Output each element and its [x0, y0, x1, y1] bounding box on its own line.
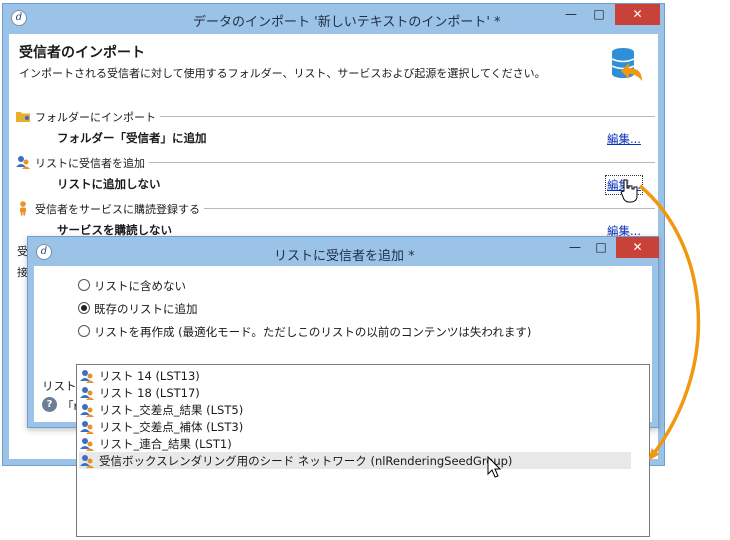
import-window-titlebar[interactable]: d データのインポート '新しいテキストのインポート' * — □ ✕ [3, 4, 664, 34]
close-button[interactable]: ✕ [615, 4, 660, 25]
list-item[interactable]: リスト_交差点_補体 (LST3) [79, 418, 631, 435]
list-users-icon [80, 370, 94, 383]
list-users-icon [80, 387, 94, 400]
edit-list-link[interactable]: 編集... [605, 175, 643, 195]
database-import-icon [611, 48, 642, 81]
radio-label: 既存のリストに追加 [94, 302, 198, 316]
radio-circle[interactable] [78, 325, 90, 337]
list-item-highlighted[interactable]: 受信ボックスレンダリング用のシード ネットワーク (nlRenderingSee… [79, 452, 631, 469]
section-list: リストに受信者を追加 [15, 154, 655, 171]
list-item[interactable]: リスト 14 (LST13) [79, 367, 631, 384]
page-title: 受信者のインポート [19, 45, 145, 61]
section-service: 受信者をサービスに購読登録する [15, 200, 655, 217]
radio-label: リストに含めない [94, 279, 186, 293]
radio-circle[interactable] [78, 279, 90, 291]
dialog-title: リストに受信者を追加 * [274, 249, 415, 264]
list-item-label: 受信ボックスレンダリング用のシード ネットワーク (nlRenderingSee… [99, 454, 513, 468]
list-item[interactable]: リスト_連合_結果 (LST1) [79, 435, 631, 452]
minimize-button[interactable]: — [563, 237, 587, 258]
list-users-icon [80, 404, 94, 417]
list-item[interactable]: リスト 18 (LST17) [79, 384, 631, 401]
list-users-icon [80, 455, 94, 468]
section-folder: フォルダーにインポート [15, 108, 655, 125]
app-icon: d [11, 10, 27, 26]
person-icon [20, 201, 26, 216]
page-subtitle: インポートされる受信者に対して使用するフォルダー、リスト、サービスおよび起源を選… [19, 67, 546, 80]
radio-circle[interactable] [78, 302, 90, 314]
list-field-label: リスト: [42, 379, 81, 393]
list-item-label: リスト_交差点_補体 (LST3) [99, 420, 244, 434]
maximize-button[interactable]: □ [586, 4, 612, 25]
folder-user-icon [16, 112, 30, 122]
list-item-label: リスト_連合_結果 (LST1) [99, 437, 232, 451]
section-label: フォルダーにインポート [35, 109, 160, 125]
list-users-icon [80, 438, 94, 451]
import-window-title: データのインポート '新しいテキストのインポート' * [193, 15, 501, 30]
list-value: リストに追加しない [57, 177, 161, 191]
list-users-icon [80, 421, 94, 434]
folder-value: フォルダー「受信者」に追加 [57, 131, 207, 145]
radio-label: リストを再作成 (最適化モード。ただしこのリストの以前のコンテンツは失われます) [94, 325, 532, 339]
list-item-label: リスト_交差点_結果 (LST5) [99, 403, 244, 417]
minimize-button[interactable]: — [558, 4, 584, 25]
list-item[interactable]: リスト_交差点_結果 (LST5) [79, 401, 631, 418]
section-label: 受信者をサービスに購読登録する [35, 201, 204, 217]
maximize-button[interactable]: □ [589, 237, 613, 258]
close-button[interactable]: ✕ [616, 237, 659, 258]
list-item-label: リスト 14 (LST13) [99, 369, 200, 383]
help-icon: ? [42, 397, 57, 412]
list-users-icon [16, 156, 30, 169]
app-icon: d [36, 244, 52, 260]
edit-folder-link[interactable]: 編集... [607, 131, 641, 147]
section-label: リストに受信者を追加 [35, 155, 149, 171]
list-item-label: リスト 18 (LST17) [99, 386, 200, 400]
list-dropdown[interactable]: リスト 14 (LST13) リスト 18 (LST17) リスト_交差点_結果… [76, 364, 650, 537]
